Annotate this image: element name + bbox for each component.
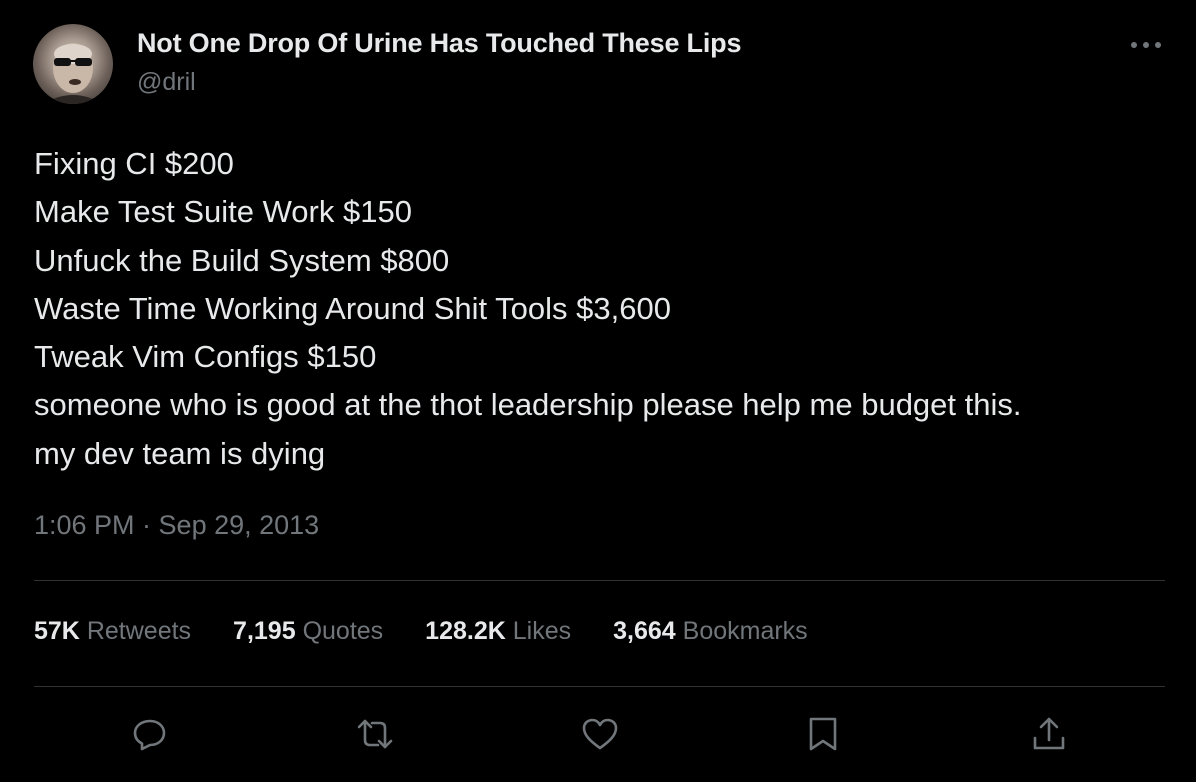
engagement-stats: 57K Retweets 7,195 Quotes 128.2K Likes 3… <box>34 617 850 646</box>
reply-icon[interactable] <box>129 714 169 754</box>
retweet-icon[interactable] <box>355 714 395 754</box>
tweet-line: someone who is good at the thot leadersh… <box>34 387 1022 423</box>
divider <box>34 580 1165 581</box>
bookmark-icon[interactable] <box>803 714 843 754</box>
tweet-line: Waste Time Working Around Shit Tools $3,… <box>34 290 671 326</box>
tweet-timestamp[interactable]: 1:06 PM · Sep 29, 2013 <box>34 510 319 541</box>
author-handle[interactable]: @dril <box>137 68 196 97</box>
author-display-name[interactable]: Not One Drop Of Urine Has Touched These … <box>137 28 741 59</box>
retweets-label: Retweets <box>86 617 192 645</box>
retweets-stat[interactable]: 57K Retweets <box>34 617 191 646</box>
tweet-line: Tweak Vim Configs $150 <box>34 339 377 375</box>
tweet-text: Fixing CI $200 Make Test Suite Work $150… <box>34 140 1174 478</box>
likes-stat[interactable]: 128.2K Likes <box>425 617 571 646</box>
quotes-label: Quotes <box>302 617 384 645</box>
retweets-count: 57K <box>34 617 80 645</box>
tweet-line: Unfuck the Build System $800 <box>34 242 450 278</box>
like-icon[interactable] <box>580 714 620 754</box>
more-options-icon[interactable] <box>1126 30 1166 60</box>
avatar[interactable] <box>33 24 113 104</box>
tweet-line: Make Test Suite Work $150 <box>34 194 412 230</box>
bookmarks-count: 3,664 <box>613 617 676 645</box>
tweet-line: my dev team is dying <box>34 435 326 471</box>
tweet-line: Fixing CI $200 <box>34 146 234 181</box>
divider <box>34 686 1165 687</box>
bookmarks-stat[interactable]: 3,664 Bookmarks <box>613 617 808 646</box>
likes-label: Likes <box>512 617 572 645</box>
bookmarks-label: Bookmarks <box>682 617 808 645</box>
quotes-stat[interactable]: 7,195 Quotes <box>233 617 383 646</box>
share-icon[interactable] <box>1029 714 1069 754</box>
quotes-count: 7,195 <box>233 617 296 645</box>
likes-count: 128.2K <box>425 617 506 645</box>
